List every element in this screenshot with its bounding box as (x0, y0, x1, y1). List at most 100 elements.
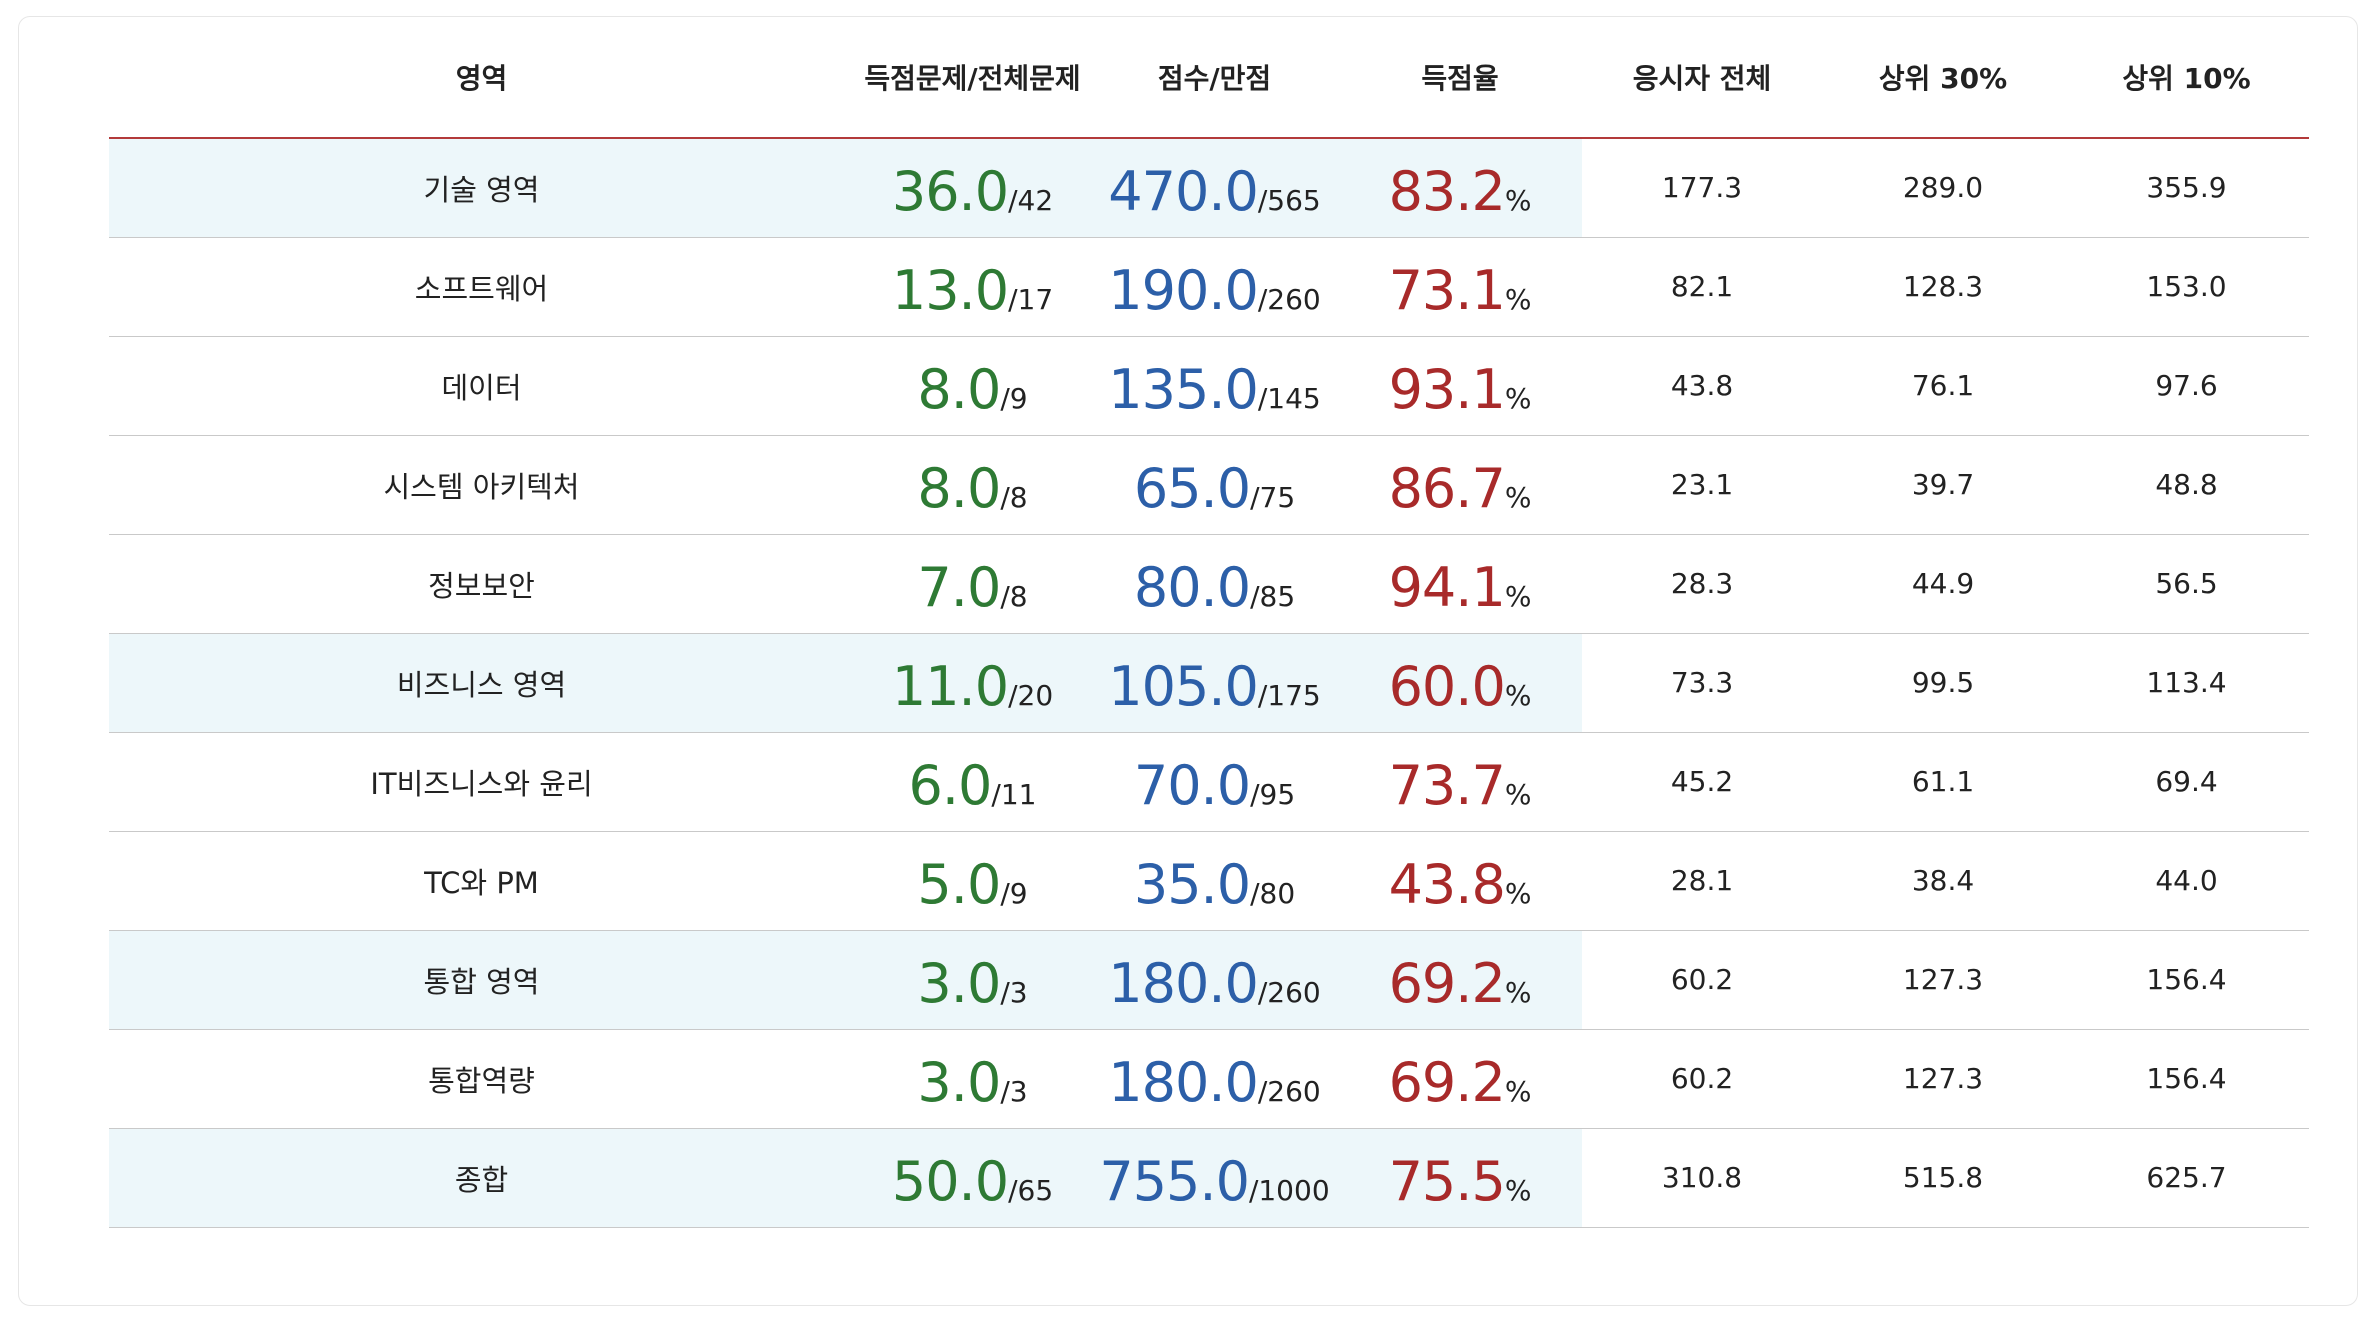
top30-cell: 44.9 (1822, 534, 2064, 634)
table-row: 통합 영역 3.0/3 180.0/260 69.2% 60.2 127.3 156.4 (109, 930, 2309, 1030)
top10-cell: 69.4 (2064, 732, 2309, 832)
total-count: /20 (1008, 678, 1054, 712)
correct-count: 3.0 (917, 951, 1001, 1015)
questions-cell: 7.0/8 (854, 534, 1091, 634)
percent-sign: % (1504, 1074, 1532, 1108)
max-score: /260 (1257, 1074, 1321, 1108)
rate-cell: 73.7% (1338, 732, 1582, 832)
top30-value: 39.7 (1911, 468, 1975, 501)
total-count: /17 (1008, 282, 1054, 316)
total-count: /9 (1000, 876, 1028, 910)
table-row: TC와 PM 5.0/9 35.0/80 43.8% 28.1 38.4 44.0 (109, 831, 2309, 931)
max-score: /175 (1257, 678, 1321, 712)
total-count: /65 (1008, 1173, 1054, 1207)
rate-cell: 86.7% (1338, 435, 1582, 535)
all-examinees-value: 82.1 (1670, 270, 1734, 303)
rate-cell: 69.2% (1338, 1029, 1582, 1129)
max-score: /260 (1257, 282, 1321, 316)
area-label: 정보보안 (428, 568, 535, 603)
score-value: 180.0 (1108, 951, 1259, 1015)
score-value: 180.0 (1108, 1050, 1259, 1114)
questions-cell: 3.0/3 (854, 930, 1091, 1030)
score-cell: 35.0/80 (1091, 831, 1338, 931)
all-examinees-cell: 310.8 (1582, 1128, 1822, 1228)
score-value: 470.0 (1108, 159, 1259, 223)
top30-value: 289.0 (1902, 171, 1984, 205)
area-label: IT비즈니스와 윤리 (370, 766, 593, 801)
top10-value: 113.4 (2146, 666, 2227, 699)
all-examinees-cell: 43.8 (1582, 336, 1822, 436)
top30-value: 76.1 (1911, 369, 1975, 402)
table-row: 소프트웨어 13.0/17 190.0/260 73.1% 82.1 128.3 153.0 (109, 237, 2309, 337)
rate-cell: 69.2% (1338, 930, 1582, 1030)
total-count: /9 (1000, 381, 1028, 415)
rate-cell: 93.1% (1338, 336, 1582, 436)
all-examinees-cell: 28.3 (1582, 534, 1822, 634)
top10-value: 156.4 (2146, 963, 2227, 996)
table-row: IT비즈니스와 윤리 6.0/11 70.0/95 73.7% 45.2 61.1 69.4 (109, 732, 2309, 832)
score-value: 35.0 (1133, 852, 1251, 916)
top30-value: 38.4 (1911, 864, 1975, 897)
rate-value: 60.0 (1388, 654, 1506, 718)
top30-cell: 99.5 (1822, 633, 2064, 733)
results-card: 영역 득점문제/전체문제 점수/만점 득점율 응시자 전체 상위 30% 상위 … (18, 16, 2358, 1306)
max-score: /75 (1250, 480, 1296, 514)
max-score: /260 (1257, 975, 1321, 1009)
rate-value: 86.7 (1388, 456, 1506, 520)
percent-sign: % (1504, 876, 1532, 910)
top10-cell: 625.7 (2064, 1128, 2309, 1228)
score-cell: 190.0/260 (1091, 237, 1338, 337)
correct-count: 3.0 (917, 1050, 1001, 1114)
area-cell: 데이터 (109, 336, 854, 436)
score-cell: 470.0/565 (1091, 138, 1338, 238)
score-cell: 180.0/260 (1091, 1029, 1338, 1129)
top30-value: 127.3 (1902, 1062, 1984, 1095)
top10-value: 44.0 (2155, 864, 2218, 897)
rate-cell: 94.1% (1338, 534, 1582, 634)
score-cell: 105.0/175 (1091, 633, 1338, 733)
table-row: 시스템 아키텍처 8.0/8 65.0/75 86.7% 23.1 39.7 48.8 (109, 435, 2309, 535)
score-cell: 80.0/85 (1091, 534, 1338, 634)
all-examinees-cell: 23.1 (1582, 435, 1822, 535)
header-area: 영역 (109, 17, 854, 139)
all-examinees-cell: 45.2 (1582, 732, 1822, 832)
top10-value: 48.8 (2155, 468, 2218, 501)
header-rate: 득점율 (1338, 17, 1582, 139)
questions-cell: 8.0/9 (854, 336, 1091, 436)
all-examinees-value: 60.2 (1670, 1062, 1734, 1095)
questions-cell: 6.0/11 (854, 732, 1091, 832)
top10-cell: 156.4 (2064, 930, 2309, 1030)
top10-value: 625.7 (2146, 1161, 2227, 1194)
percent-sign: % (1504, 282, 1532, 316)
total-count: /42 (1008, 183, 1054, 217)
rate-value: 75.5 (1388, 1149, 1506, 1213)
table-header-row: 영역 득점문제/전체문제 점수/만점 득점율 응시자 전체 상위 30% 상위 … (109, 17, 2309, 139)
area-label: 소프트웨어 (414, 271, 549, 306)
top10-value: 56.5 (2155, 567, 2218, 600)
percent-sign: % (1504, 381, 1532, 415)
all-examinees-value: 177.3 (1661, 171, 1743, 205)
correct-count: 36.0 (891, 159, 1009, 223)
rate-cell: 73.1% (1338, 237, 1582, 337)
total-count: /3 (1000, 975, 1028, 1009)
percent-sign: % (1504, 777, 1532, 811)
top10-value: 156.4 (2146, 1062, 2227, 1095)
top30-value: 515.8 (1902, 1161, 1984, 1194)
all-examinees-value: 23.1 (1670, 468, 1734, 501)
correct-count: 13.0 (891, 258, 1009, 322)
all-examinees-value: 73.3 (1670, 666, 1734, 699)
max-score: /95 (1250, 777, 1296, 811)
area-label: 시스템 아키텍처 (383, 469, 580, 504)
correct-count: 8.0 (917, 456, 1001, 520)
score-value: 105.0 (1108, 654, 1259, 718)
questions-cell: 8.0/8 (854, 435, 1091, 535)
table-row: 데이터 8.0/9 135.0/145 93.1% 43.8 76.1 97.6 (109, 336, 2309, 436)
area-label: 통합 영역 (423, 964, 540, 999)
score-table: 영역 득점문제/전체문제 점수/만점 득점율 응시자 전체 상위 30% 상위 … (109, 17, 2309, 1228)
area-cell: 시스템 아키텍처 (109, 435, 854, 535)
rate-cell: 83.2% (1338, 138, 1582, 238)
top10-value: 69.4 (2155, 765, 2218, 798)
all-examinees-value: 28.3 (1670, 567, 1734, 600)
all-examinees-cell: 177.3 (1582, 138, 1822, 238)
total-count: /8 (1000, 480, 1028, 514)
